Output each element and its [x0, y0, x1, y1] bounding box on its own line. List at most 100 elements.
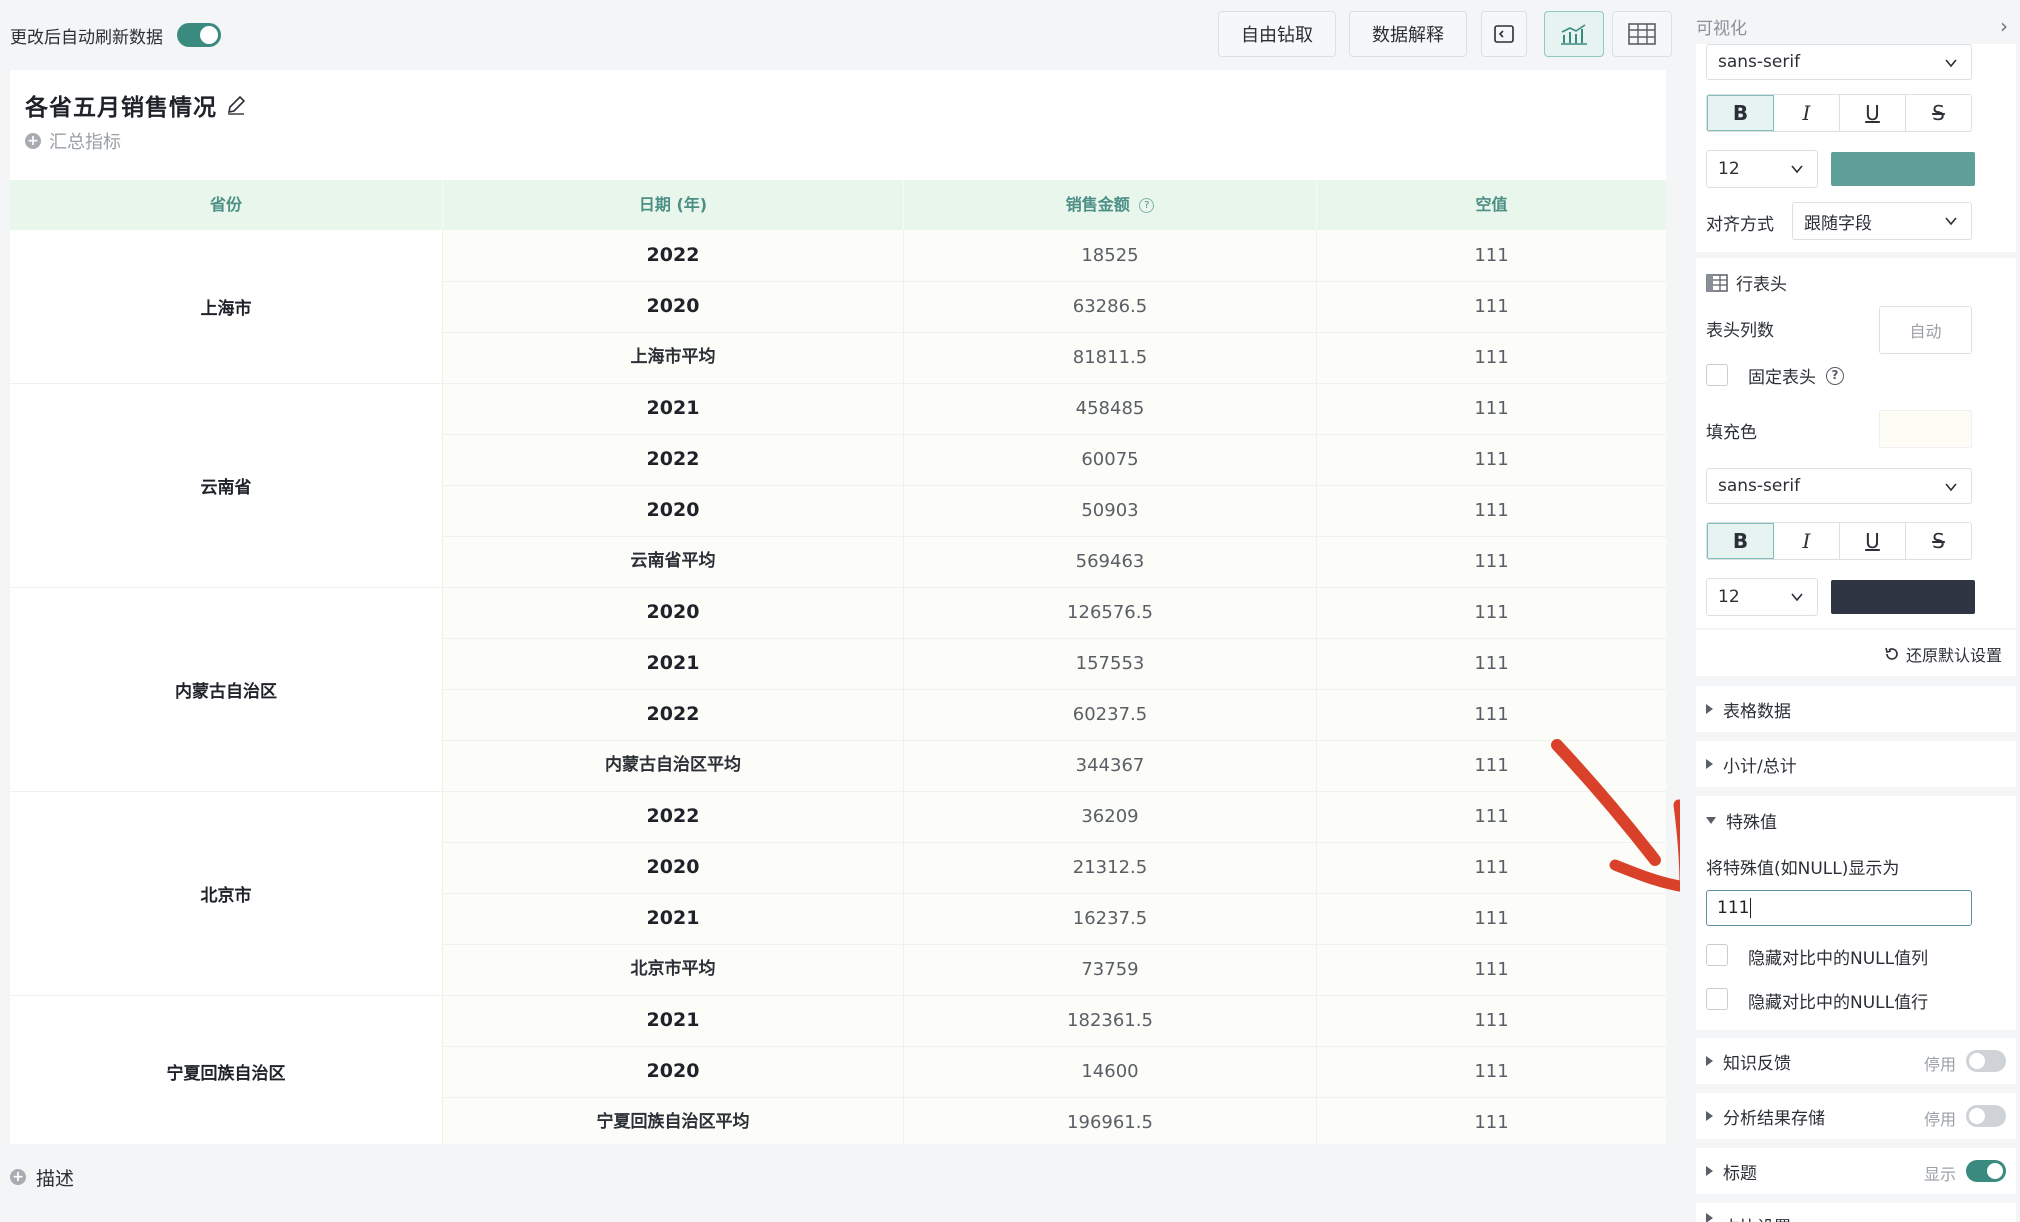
table-cell-date[interactable]: 北京市平均: [443, 944, 903, 995]
table-cell-amount[interactable]: 182361.5: [904, 995, 1316, 1046]
font-family-select-1[interactable]: sans-serif: [1706, 44, 1972, 80]
add-description[interactable]: + 描述: [10, 1162, 74, 1192]
table-cell-date[interactable]: 2022: [443, 230, 903, 281]
province-cell[interactable]: 云南省: [10, 383, 442, 587]
table-cell-amount[interactable]: 60237.5: [904, 689, 1316, 740]
table-cell-date[interactable]: 2022: [443, 791, 903, 842]
table-cell-amount[interactable]: 126576.5: [904, 587, 1316, 638]
explain-button[interactable]: 数据解释: [1349, 11, 1467, 57]
add-summary-metric[interactable]: + 汇总指标: [25, 128, 121, 154]
italic-button-2[interactable]: I: [1774, 523, 1840, 559]
align-select[interactable]: 跟随字段: [1792, 202, 1972, 240]
edit-icon[interactable]: [225, 94, 247, 116]
table-cell-amount[interactable]: 196961.5: [904, 1097, 1316, 1144]
table-cell-null-value[interactable]: 111: [1317, 893, 1666, 944]
table-cell-amount[interactable]: 81811.5: [904, 332, 1316, 383]
help-icon[interactable]: ?: [1139, 198, 1155, 213]
hide-null-cols-checkbox[interactable]: [1706, 944, 1728, 966]
table-cell-null-value[interactable]: 111: [1317, 995, 1666, 1046]
hide-null-rows-checkbox[interactable]: [1706, 988, 1728, 1010]
table-cell-date[interactable]: 2022: [443, 434, 903, 485]
auto-refresh-toggle[interactable]: [177, 23, 221, 47]
table-cell-null-value[interactable]: 111: [1317, 536, 1666, 587]
table-cell-date[interactable]: 2022: [443, 689, 903, 740]
header-date[interactable]: 日期 (年): [443, 180, 903, 230]
table-cell-amount[interactable]: 344367: [904, 740, 1316, 791]
table-cell-amount[interactable]: 63286.5: [904, 281, 1316, 332]
table-cell-null-value[interactable]: 111: [1317, 689, 1666, 740]
table-cell-null-value[interactable]: 111: [1317, 332, 1666, 383]
section-knowledge[interactable]: 知识反馈 停用: [1696, 1038, 2016, 1084]
section-table-data[interactable]: 表格数据: [1696, 686, 2016, 732]
table-cell-null-value[interactable]: 111: [1317, 485, 1666, 536]
storage-toggle[interactable]: [1966, 1105, 2006, 1127]
table-cell-date[interactable]: 2020: [443, 485, 903, 536]
font-size-select-1[interactable]: 12: [1706, 150, 1818, 188]
province-cell[interactable]: 北京市: [10, 791, 442, 995]
table-cell-date[interactable]: 2020: [443, 842, 903, 893]
title-toggle[interactable]: [1966, 1160, 2006, 1182]
table-cell-amount[interactable]: 36209: [904, 791, 1316, 842]
table-cell-amount[interactable]: 458485: [904, 383, 1316, 434]
chevron-right-icon[interactable]: ›: [2000, 14, 2008, 38]
strike-button-1[interactable]: S: [1906, 95, 1971, 131]
table-cell-date[interactable]: 内蒙古自治区平均: [443, 740, 903, 791]
section-title[interactable]: 标题 显示: [1696, 1148, 2016, 1194]
table-cell-null-value[interactable]: 111: [1317, 281, 1666, 332]
strike-button-2[interactable]: S: [1906, 523, 1971, 559]
underline-button-1[interactable]: U: [1840, 95, 1906, 131]
drill-button[interactable]: 自由钻取: [1218, 11, 1336, 57]
italic-button-1[interactable]: I: [1774, 95, 1840, 131]
table-cell-null-value[interactable]: 111: [1317, 1097, 1666, 1144]
table-cell-null-value[interactable]: 111: [1317, 434, 1666, 485]
table-cell-amount[interactable]: 60075: [904, 434, 1316, 485]
table-cell-null-value[interactable]: 111: [1317, 587, 1666, 638]
reset-button[interactable]: 还原默认设置: [1884, 642, 2002, 666]
province-cell[interactable]: 上海市: [10, 230, 442, 383]
underline-button-2[interactable]: U: [1840, 523, 1906, 559]
table-cell-date[interactable]: 2021: [443, 638, 903, 689]
table-cell-date[interactable]: 云南省平均: [443, 536, 903, 587]
help-icon[interactable]: ?: [1826, 366, 1844, 385]
fill-color-swatch[interactable]: [1879, 410, 1972, 448]
table-cell-amount[interactable]: 18525: [904, 230, 1316, 281]
knowledge-toggle[interactable]: [1966, 1050, 2006, 1072]
table-cell-date[interactable]: 2020: [443, 587, 903, 638]
header-cols-input[interactable]: 自动: [1879, 306, 1972, 354]
table-cell-null-value[interactable]: 111: [1317, 638, 1666, 689]
chart-view-button[interactable]: [1544, 11, 1604, 57]
table-cell-date[interactable]: 2020: [443, 1046, 903, 1097]
table-cell-amount[interactable]: 157553: [904, 638, 1316, 689]
header-province[interactable]: 省份: [10, 180, 442, 230]
table-cell-null-value[interactable]: 111: [1317, 230, 1666, 281]
table-cell-date[interactable]: 2021: [443, 383, 903, 434]
special-value-input[interactable]: 111: [1706, 890, 1972, 926]
section-storage[interactable]: 分析结果存储 停用: [1696, 1093, 2016, 1139]
table-cell-amount[interactable]: 14600: [904, 1046, 1316, 1097]
font-color-swatch-2[interactable]: [1831, 580, 1975, 614]
fixed-header-checkbox[interactable]: [1706, 364, 1728, 386]
table-cell-amount[interactable]: 73759: [904, 944, 1316, 995]
bold-button-2[interactable]: B: [1707, 523, 1774, 559]
table-cell-null-value[interactable]: 111: [1317, 944, 1666, 995]
table-cell-date[interactable]: 2020: [443, 281, 903, 332]
table-cell-date[interactable]: 上海市平均: [443, 332, 903, 383]
section-more[interactable]: 占比设置: [1696, 1203, 2016, 1222]
section-subtotal[interactable]: 小计/总计: [1696, 741, 2016, 787]
table-cell-date[interactable]: 2021: [443, 893, 903, 944]
header-amount[interactable]: 销售金额 ?: [904, 180, 1316, 230]
font-size-select-2[interactable]: 12: [1706, 578, 1818, 616]
bold-button-1[interactable]: B: [1707, 95, 1774, 131]
table-cell-amount[interactable]: 16237.5: [904, 893, 1316, 944]
font-family-select-2[interactable]: sans-serif: [1706, 468, 1972, 504]
table-cell-null-value[interactable]: 111: [1317, 1046, 1666, 1097]
table-view-button[interactable]: [1612, 11, 1672, 57]
font-color-swatch-1[interactable]: [1831, 152, 1975, 186]
province-cell[interactable]: 内蒙古自治区: [10, 587, 442, 791]
province-cell[interactable]: 宁夏回族自治区: [10, 995, 442, 1144]
header-null[interactable]: 空值: [1317, 180, 1666, 230]
section-special-header[interactable]: 特殊值: [1706, 808, 1777, 833]
table-cell-null-value[interactable]: 111: [1317, 383, 1666, 434]
table-cell-amount[interactable]: 21312.5: [904, 842, 1316, 893]
table-cell-date[interactable]: 宁夏回族自治区平均: [443, 1097, 903, 1144]
